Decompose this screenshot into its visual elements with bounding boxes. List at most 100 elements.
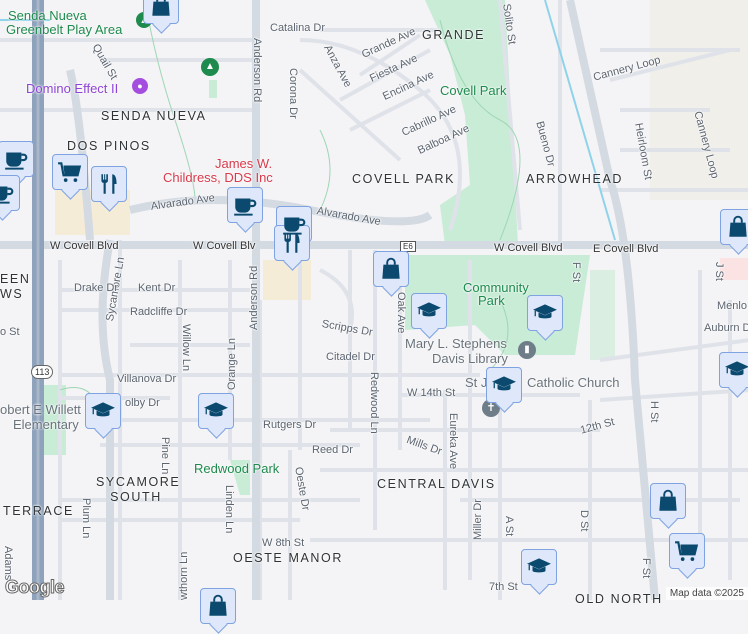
street-label: Corona Dr [287,68,299,119]
street-label: Radcliffe Dr [130,306,188,318]
school-icon [724,357,748,383]
neighborhood-label: OLD NORTH [575,592,663,606]
street-label: W 14th St [407,387,456,399]
street-label: Menlo [717,300,747,312]
school-icon [90,398,116,424]
library-icon[interactable]: ▮ [518,341,536,359]
restaurant-pin[interactable] [274,225,310,261]
coffee-pin[interactable] [0,175,20,211]
school-icon [203,398,229,424]
neighborhood-label: COVELL PARK [352,172,456,186]
poi-church[interactable]: Catholic Church [527,376,620,390]
street-label: olby Dr [125,397,160,409]
street-label: D St [578,510,590,532]
street-label: Orange Ln [226,338,238,390]
park-label[interactable]: Covell Park [440,84,506,98]
neighborhood-label: SYCAMORE SOUTH [96,475,181,504]
coffee-pin[interactable] [227,187,263,223]
neighborhood-label: TERRACE [3,504,74,518]
street-label: W Covell Blvd [50,240,119,252]
street-label: Catalina Dr [270,22,326,34]
street-label: Citadel Dr [326,351,375,363]
park-label[interactable]: Park [478,294,505,308]
poi-dentist[interactable]: James W. [215,157,272,171]
camera-icon[interactable]: ● [132,78,148,94]
street-label: Villanova Dr [117,373,177,385]
poi-school[interactable]: Elementary [13,418,79,432]
shopping-pin[interactable] [650,483,686,519]
school-pin[interactable] [527,295,563,331]
map-data-credit[interactable]: Map data ©2025 [665,587,748,600]
park-label[interactable]: Greenbelt Play Area [6,23,122,37]
restaurant-icon [279,230,305,256]
poi-domino-effect[interactable]: Domino Effect II [26,81,118,96]
shopping-pin[interactable] [143,0,179,24]
street-label: F St [640,558,652,579]
street-label: Adams [2,546,14,581]
street-label: E Covell Blvd [593,243,659,255]
poi-dentist[interactable]: Childress, DDS Inc [163,171,273,185]
restaurant-icon [96,171,122,197]
park-label[interactable]: Senda Nueva [8,9,87,23]
street-label: Anderson Rd [251,38,263,103]
neighborhood-label: CENTRAL DAVIS [377,477,496,491]
street-label: Miller Dr [472,499,484,540]
school-icon [416,298,442,324]
coffee-icon [0,180,15,206]
shopping-bag-icon [148,0,174,19]
route-shield-113: 113 [31,365,54,379]
street-label: Plum Ln [80,498,92,539]
street-label: A St [503,516,515,537]
street-label: Willow Ln [180,324,192,372]
park-label[interactable]: Redwood Park [194,462,279,476]
street-label: Reed Dr [312,444,353,456]
neighborhood-label: ARROWHEAD [526,172,624,186]
school-pin[interactable] [719,352,748,388]
street-label: W Covell Blvd [494,242,563,254]
street-label: Kent Dr [138,282,176,294]
school-pin[interactable] [486,367,522,403]
poi-church[interactable]: St J [465,376,487,390]
school-icon [491,372,517,398]
street-label: 7th St [489,581,518,593]
shopping-cart-icon [57,159,83,185]
street-label: Oak Ave [395,292,407,334]
restaurant-pin[interactable] [91,166,127,202]
shopping-bag-icon [725,214,748,240]
shopping-pin[interactable] [373,251,409,287]
school-icon [532,300,558,326]
neighborhood-label: EEN [0,272,31,286]
school-pin[interactable] [85,393,121,429]
coffee-icon [3,146,29,172]
neighborhood-label: OESTE MANOR [233,551,343,565]
street-label: H St [648,401,660,423]
poi-library[interactable]: Davis Library [432,352,508,366]
neighborhood-label: SENDA NUEVA [101,109,207,123]
street-label: F St [570,262,582,283]
street-label: o St [0,326,20,338]
street-label: Rutgers Dr [263,419,317,431]
neighborhood-label: WS [0,287,24,301]
neighborhood-label: GRANDE [422,28,486,42]
poi-library[interactable]: Mary L. Stephens [405,337,507,351]
street-label: W 8th St [262,537,305,549]
shopping-pin[interactable] [200,588,236,624]
school-pin[interactable] [521,549,557,585]
coffee-pin[interactable] [0,141,34,177]
street-label: Redwood Ln [368,372,380,434]
shopping-cart-pin[interactable] [52,154,88,190]
poi-school[interactable]: obert E Willett [0,403,81,417]
shopping-bag-icon [205,593,231,619]
neighborhood-label: DOS PINOS [67,139,151,153]
shopping-bag-icon [378,256,404,282]
shopping-pin[interactable] [720,209,748,245]
street-label: Anderson Rd [248,265,260,330]
coffee-icon [232,192,258,218]
school-pin[interactable] [198,393,234,429]
school-pin[interactable] [411,293,447,329]
google-logo[interactable]: Google [5,577,66,598]
school-icon [526,554,552,580]
shopping-cart-pin[interactable] [669,533,705,569]
tree-icon[interactable]: ▲ [201,58,219,76]
street-label: Auburn D [704,322,748,334]
